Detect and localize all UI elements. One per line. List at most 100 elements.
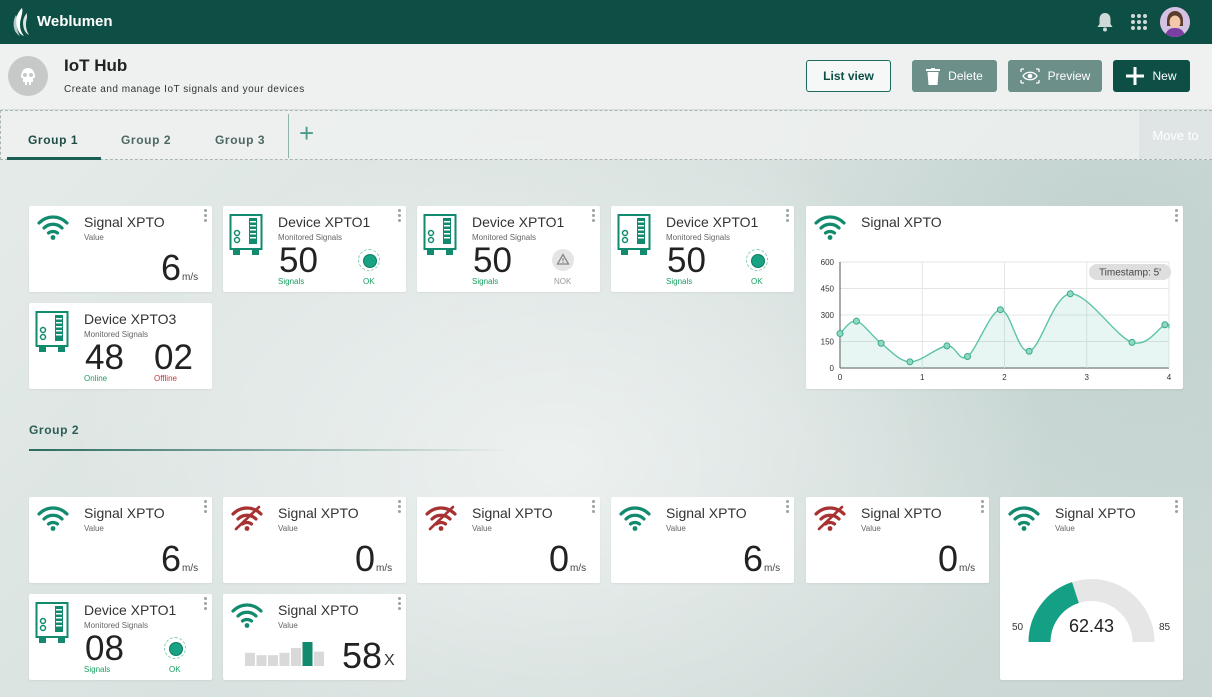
wifi-icon — [37, 215, 69, 240]
level-bar — [268, 655, 278, 666]
signal-title: Signal XPTO — [278, 505, 359, 521]
signal-card[interactable]: Signal XPTO Value 6 m/s — [611, 497, 794, 583]
card-menu-icon[interactable] — [398, 597, 402, 611]
signal-unit: m/s — [182, 563, 199, 574]
iot-hub-icon — [8, 56, 48, 96]
card-menu-icon[interactable] — [204, 597, 208, 611]
online-count: 48 — [85, 338, 124, 377]
status-label: OK — [169, 665, 181, 674]
signals-label: Signals — [278, 277, 305, 286]
level-bar — [245, 652, 255, 666]
signal-title: Signal XPTO — [84, 505, 165, 521]
x-tick-label: 3 — [1085, 373, 1090, 382]
device-title: Device XPTO3 — [84, 311, 177, 327]
y-tick-label: 150 — [821, 338, 835, 347]
tab-group-2[interactable]: Group 2 — [121, 133, 171, 147]
eye-icon — [1020, 68, 1040, 84]
x-tick-label: 0 — [838, 373, 843, 382]
gauge-max: 85 — [1159, 622, 1171, 633]
tab-group-1[interactable]: Group 1 — [28, 133, 78, 147]
delete-button[interactable]: Delete — [912, 60, 997, 92]
signal-value: 6 — [161, 247, 182, 288]
device-card-online-offline[interactable]: Device XPTO3 Monitored Signals 48 Online… — [29, 303, 212, 389]
data-point — [836, 330, 844, 338]
device-signal-count: 50 — [473, 241, 512, 280]
card-menu-icon[interactable] — [981, 500, 985, 514]
list-view-label: List view — [823, 69, 874, 83]
card-menu-icon[interactable] — [204, 500, 208, 514]
signal-sub: Value — [84, 233, 104, 242]
signal-value: 0 — [938, 538, 959, 579]
level-bar — [302, 642, 313, 666]
level-bar — [314, 651, 324, 666]
signal-gauge-card[interactable]: Signal XPTO Value 62.43 50 85 — [1000, 497, 1183, 680]
y-tick-label: 0 — [830, 364, 835, 373]
data-point — [996, 306, 1004, 314]
device-card[interactable]: Device XPTO1 Monitored Signals 50 Signal… — [223, 206, 406, 292]
card-menu-icon[interactable] — [1175, 500, 1179, 514]
gauge — [1028, 579, 1155, 643]
device-signal-count: 50 — [667, 241, 706, 280]
move-to-button[interactable]: Move to — [1139, 111, 1212, 159]
device-card[interactable]: Device XPTO1 Monitored Signals 08 Signal… — [29, 594, 212, 680]
card-menu-icon[interactable] — [398, 500, 402, 514]
tab-divider — [288, 114, 289, 158]
list-view-button[interactable]: List view — [806, 60, 891, 92]
preview-label: Preview — [1047, 69, 1091, 83]
card-menu-icon[interactable] — [204, 209, 208, 223]
card-menu-icon[interactable] — [786, 209, 790, 223]
offline-count: 02 — [154, 338, 193, 377]
new-label: New — [1152, 69, 1177, 83]
level-bar — [279, 652, 290, 666]
card-menu-icon[interactable] — [592, 500, 596, 514]
page-subtitle: Create and manage IoT signals and your d… — [64, 84, 305, 95]
user-avatar[interactable] — [1160, 7, 1190, 37]
signal-chart-card[interactable]: Signal XPTO 0 150 300 450 600 0 1 2 3 4 Timestamp:… — [806, 206, 1183, 389]
offline-label: Offline — [154, 374, 177, 383]
wifi-off-icon — [814, 505, 846, 531]
signals-label: Signals — [472, 277, 499, 286]
card-menu-icon[interactable] — [398, 209, 402, 223]
device-card[interactable]: Device XPTO1 Monitored Signals 50 Signal… — [611, 206, 794, 292]
status-label: OK — [363, 277, 375, 286]
circuit-board-icon — [229, 214, 263, 255]
brand-name[interactable]: Weblumen — [37, 13, 113, 30]
bell-icon[interactable] — [1096, 12, 1114, 32]
signal-card[interactable]: Signal XPTO Value 0 m/s — [223, 497, 406, 583]
card-menu-icon[interactable] — [592, 209, 596, 223]
device-title: Device XPTO1 — [472, 214, 565, 230]
data-point — [943, 342, 951, 350]
signal-card[interactable]: Signal XPTO Value 0 m/s — [806, 497, 989, 583]
signal-card[interactable]: Signal XPTO Value 6 m/s — [29, 206, 212, 292]
group-tabs: Group 1 Group 2 Group 3 + Move to — [0, 110, 1212, 160]
level-bar — [291, 648, 301, 666]
y-tick-label: 600 — [821, 258, 835, 267]
wifi-icon — [37, 506, 69, 531]
signal-title: Signal XPTO — [666, 505, 747, 521]
signal-card[interactable]: Signal XPTO Value 0 m/s — [417, 497, 600, 583]
signal-unit: m/s — [570, 563, 587, 574]
apps-grid-icon[interactable] — [1130, 13, 1148, 31]
signal-bar-card[interactable]: Signal XPTO Value 58 X — [223, 594, 406, 680]
signal-card[interactable]: Signal XPTO Value 6 m/s — [29, 497, 212, 583]
card-menu-icon[interactable] — [786, 500, 790, 514]
timestamp-badge: Timestamp: 5' — [1089, 264, 1171, 280]
top-bar: Weblumen — [0, 0, 1212, 44]
new-button[interactable]: New — [1113, 60, 1190, 92]
signal-value: 6 — [161, 538, 182, 579]
signal-title: Signal XPTO — [278, 602, 359, 618]
signal-sub: Value — [861, 524, 881, 533]
tab-group-3[interactable]: Group 3 — [215, 133, 265, 147]
status-ok-icon — [358, 249, 380, 271]
device-title: Device XPTO1 — [278, 214, 371, 230]
signal-sub: Value — [278, 524, 298, 533]
add-tab-button[interactable]: + — [299, 120, 314, 146]
weblumen-logo-icon[interactable] — [12, 7, 30, 37]
gauge-title: Signal XPTO — [1055, 505, 1136, 521]
circuit-board-icon — [35, 311, 69, 352]
page-header: IoT Hub Create and manage IoT signals an… — [0, 44, 1212, 110]
status-label: OK — [751, 277, 763, 286]
data-point — [1161, 321, 1169, 329]
preview-button[interactable]: Preview — [1008, 60, 1102, 92]
device-card[interactable]: Device XPTO1 Monitored Signals 50 Signal… — [417, 206, 600, 292]
